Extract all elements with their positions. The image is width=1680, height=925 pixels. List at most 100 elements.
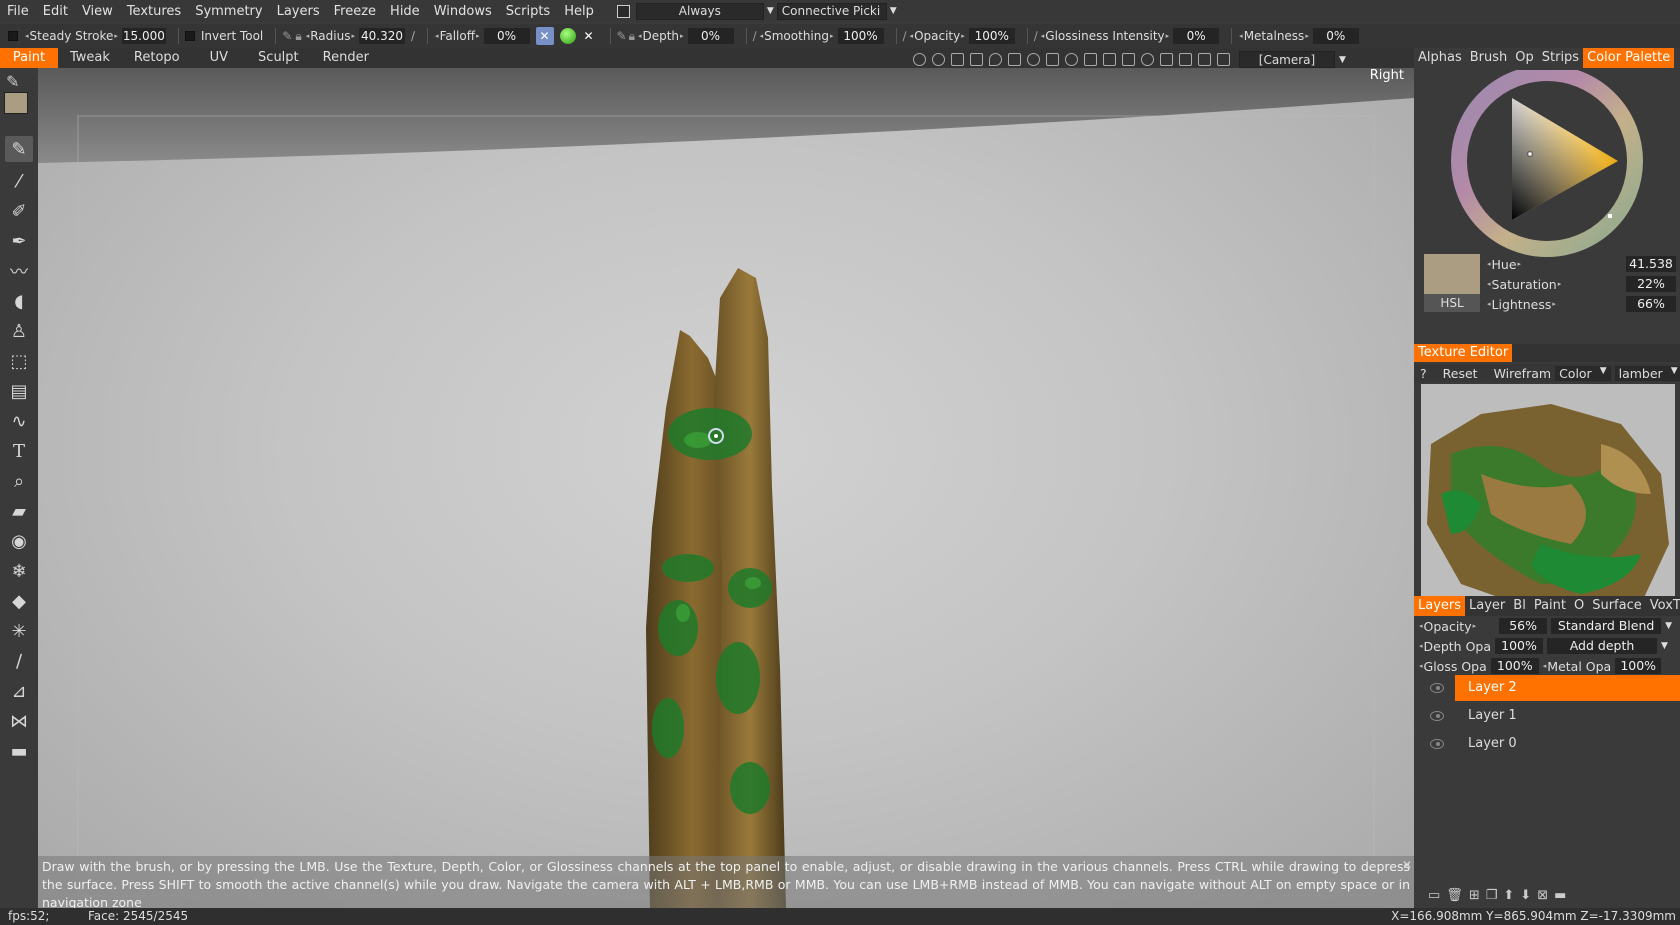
render-mode-icon[interactable]: [913, 53, 926, 66]
depth-opacity-input[interactable]: 100%: [1495, 638, 1543, 654]
smudge-tool-icon[interactable]: 〰: [5, 258, 33, 284]
layer-name[interactable]: Layer 1: [1455, 703, 1680, 729]
pen-pressure-icon[interactable]: ✎: [282, 29, 292, 43]
steady-stroke-checkbox[interactable]: [8, 31, 18, 41]
eye-tool-icon[interactable]: ◉: [5, 528, 33, 554]
select-tool-icon[interactable]: ⬚: [5, 348, 33, 374]
color-wheel[interactable]: [1414, 70, 1680, 270]
folder-icon[interactable]: ▬: [1554, 888, 1566, 903]
iron-tool-icon[interactable]: ⊿: [5, 678, 33, 704]
move-down-icon[interactable]: ⬇: [1520, 888, 1531, 903]
eye-icon[interactable]: [1430, 739, 1444, 749]
stamp-tool-icon[interactable]: ♙: [5, 318, 33, 344]
opacity-pen-icon[interactable]: ∕: [903, 29, 907, 43]
opacity-input[interactable]: 100%: [968, 28, 1015, 44]
lightness-input[interactable]: 66%: [1626, 296, 1676, 312]
layer-row-1[interactable]: Layer 1: [1414, 702, 1680, 730]
invert-tool-checkbox[interactable]: [184, 31, 195, 41]
tab-sculpt[interactable]: Sculpt: [246, 48, 311, 68]
tab-retopo[interactable]: Retopo: [122, 48, 192, 68]
tab-brush-options[interactable]: Brush: [1466, 48, 1512, 68]
glossiness-pen-icon[interactable]: ∕: [1034, 29, 1038, 43]
text-tool-icon[interactable]: T: [5, 438, 33, 464]
menu-layers[interactable]: Layers: [270, 4, 327, 19]
fill-tool-icon[interactable]: ◆: [5, 588, 33, 614]
connective-picking-dropdown[interactable]: Connective Picki: [776, 2, 887, 20]
tab-tweak[interactable]: Tweak: [58, 48, 122, 68]
hue-input[interactable]: 41.538: [1626, 256, 1676, 272]
new-layer-icon[interactable]: ▭: [1428, 888, 1440, 903]
layer-opacity-input[interactable]: 56%: [1499, 618, 1548, 634]
menu-freeze[interactable]: Freeze: [327, 4, 383, 19]
wireframe-button[interactable]: Wirefram: [1494, 366, 1552, 381]
tab-layers[interactable]: Layers: [1414, 596, 1466, 616]
bucket-icon[interactable]: [970, 53, 983, 66]
menu-symmetry[interactable]: Symmetry: [188, 4, 269, 19]
ruler-tool-icon[interactable]: ▬: [5, 738, 33, 764]
eye-icon[interactable]: [1430, 711, 1444, 721]
menu-textures[interactable]: Textures: [120, 4, 188, 19]
layer-name[interactable]: Layer 2: [1455, 675, 1680, 701]
tab-blend[interactable]: Bl: [1509, 596, 1530, 616]
merge-layer-icon[interactable]: ⊞: [1469, 888, 1480, 903]
pen-icon[interactable]: [1122, 53, 1135, 66]
tab-strips[interactable]: Strips: [1538, 48, 1583, 68]
image-icon[interactable]: [951, 53, 964, 66]
current-color-swatch[interactable]: [1424, 254, 1480, 294]
layer-row-2[interactable]: Layer 2: [1414, 674, 1680, 702]
tab-layer[interactable]: Layer: [1465, 596, 1509, 616]
texture-preview[interactable]: [1421, 384, 1675, 614]
depth-mode-dropdown[interactable]: Add depth: [1547, 638, 1657, 654]
color-mode-button[interactable]: HSL: [1424, 294, 1480, 312]
tab-alphas[interactable]: Alphas: [1414, 48, 1466, 68]
symmetry-tool-icon[interactable]: ⋈: [5, 708, 33, 734]
tab-op[interactable]: Op: [1511, 48, 1537, 68]
document-tool-icon[interactable]: ▤: [5, 378, 33, 404]
shader-dropdown[interactable]: lamber ▼: [1614, 365, 1680, 381]
reset-button[interactable]: Reset: [1443, 366, 1478, 381]
smoothing-input[interactable]: 100%: [837, 28, 884, 44]
lock-icon[interactable]: 🔒︎: [295, 29, 301, 44]
metalness-input[interactable]: 0%: [1312, 28, 1359, 44]
clear-layer-icon[interactable]: ⊠: [1537, 888, 1548, 903]
line-tool-icon[interactable]: ⁄: [5, 168, 33, 194]
menu-edit[interactable]: Edit: [36, 4, 75, 19]
cube-icon[interactable]: [1160, 53, 1173, 66]
menu-view[interactable]: View: [75, 4, 120, 19]
pen-pressure-icon[interactable]: ✎: [617, 29, 627, 43]
glossiness-input[interactable]: 0%: [1173, 28, 1220, 44]
tab-paint-objects[interactable]: Paint: [1530, 596, 1570, 616]
menu-help[interactable]: Help: [557, 4, 601, 19]
brush-preview-icon[interactable]: ✎: [6, 72, 19, 91]
smoothing-pen-icon[interactable]: ∕: [753, 29, 757, 43]
green-sphere-icon[interactable]: [559, 28, 576, 44]
zoom-tool-icon[interactable]: ⌕: [5, 468, 33, 494]
tab-o[interactable]: O: [1570, 596, 1588, 616]
chevron-down-icon[interactable]: ▼: [1339, 55, 1346, 65]
pen-tool-icon[interactable]: ∕: [5, 648, 33, 674]
no-icon[interactable]: [1141, 53, 1154, 66]
blend-mode-dropdown[interactable]: Standard Blend: [1551, 618, 1662, 634]
gloss-opacity-input[interactable]: 100%: [1490, 658, 1539, 674]
play-icon[interactable]: [1084, 53, 1097, 66]
duplicate-layer-icon[interactable]: ❐: [1486, 888, 1498, 903]
zoom-icon[interactable]: [1065, 53, 1078, 66]
close-x-icon[interactable]: ✕: [580, 27, 598, 45]
eye-icon[interactable]: [1430, 683, 1444, 693]
always-checkbox[interactable]: [616, 4, 630, 18]
camera-icon[interactable]: [1217, 53, 1230, 66]
close-icon[interactable]: ✕: [1402, 856, 1412, 874]
curve-tool-icon[interactable]: ∿: [5, 408, 33, 434]
eraser-tool-icon[interactable]: ▰: [5, 498, 33, 524]
falloff-input[interactable]: 0%: [483, 28, 530, 44]
layer-row-0[interactable]: Layer 0: [1414, 730, 1680, 758]
delete-layer-icon[interactable]: 🗑︎: [1446, 888, 1463, 903]
brush-size-icon[interactable]: ∕: [411, 29, 415, 43]
depth-input[interactable]: 0%: [687, 28, 734, 44]
radius-input[interactable]: 40.320: [359, 28, 405, 44]
channel-dropdown[interactable]: Color ▼: [1555, 365, 1611, 381]
brush-tool-icon[interactable]: ✎: [5, 136, 33, 162]
chevron-down-icon[interactable]: ▼: [1665, 621, 1672, 631]
3d-viewport[interactable]: Right: [38, 68, 1414, 908]
menu-hide[interactable]: Hide: [383, 4, 427, 19]
